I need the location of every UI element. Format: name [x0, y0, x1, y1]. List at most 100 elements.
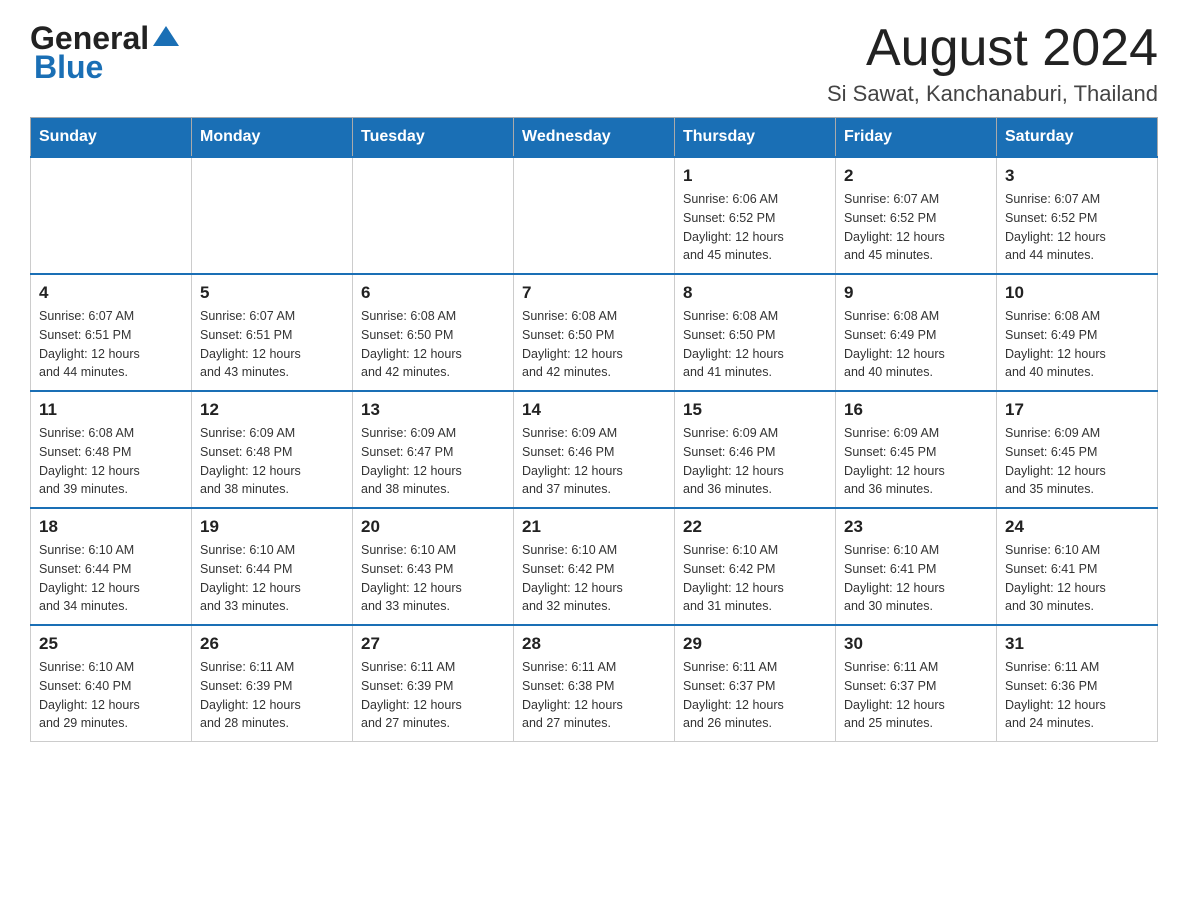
logo: General Blue — [30, 20, 181, 86]
calendar-cell: 24 Sunrise: 6:10 AM Sunset: 6:41 PM Dayli… — [997, 508, 1158, 625]
day-info: Sunrise: 6:11 AM Sunset: 6:38 PM Dayligh… — [522, 658, 666, 733]
day-number: 16 — [844, 400, 988, 420]
day-number: 22 — [683, 517, 827, 537]
day-info: Sunrise: 6:09 AM Sunset: 6:46 PM Dayligh… — [683, 424, 827, 499]
calendar-week-3: 11 Sunrise: 6:08 AM Sunset: 6:48 PM Dayli… — [31, 391, 1158, 508]
calendar-cell: 28 Sunrise: 6:11 AM Sunset: 6:38 PM Dayli… — [514, 625, 675, 742]
day-number: 15 — [683, 400, 827, 420]
calendar-body: 1 Sunrise: 6:06 AM Sunset: 6:52 PM Daylig… — [31, 157, 1158, 742]
day-info: Sunrise: 6:08 AM Sunset: 6:50 PM Dayligh… — [522, 307, 666, 382]
day-number: 13 — [361, 400, 505, 420]
day-number: 30 — [844, 634, 988, 654]
day-info: Sunrise: 6:10 AM Sunset: 6:41 PM Dayligh… — [844, 541, 988, 616]
day-info: Sunrise: 6:11 AM Sunset: 6:36 PM Dayligh… — [1005, 658, 1149, 733]
logo-blue: Blue — [34, 49, 103, 86]
day-info: Sunrise: 6:10 AM Sunset: 6:44 PM Dayligh… — [39, 541, 183, 616]
day-info: Sunrise: 6:07 AM Sunset: 6:51 PM Dayligh… — [39, 307, 183, 382]
weekday-header-friday: Friday — [836, 118, 997, 158]
day-info: Sunrise: 6:09 AM Sunset: 6:45 PM Dayligh… — [1005, 424, 1149, 499]
day-info: Sunrise: 6:06 AM Sunset: 6:52 PM Dayligh… — [683, 190, 827, 265]
day-info: Sunrise: 6:11 AM Sunset: 6:39 PM Dayligh… — [200, 658, 344, 733]
weekday-header-tuesday: Tuesday — [353, 118, 514, 158]
calendar-cell: 11 Sunrise: 6:08 AM Sunset: 6:48 PM Dayli… — [31, 391, 192, 508]
calendar-cell: 15 Sunrise: 6:09 AM Sunset: 6:46 PM Dayli… — [675, 391, 836, 508]
calendar-cell: 4 Sunrise: 6:07 AM Sunset: 6:51 PM Daylig… — [31, 274, 192, 391]
day-info: Sunrise: 6:09 AM Sunset: 6:45 PM Dayligh… — [844, 424, 988, 499]
calendar-cell: 10 Sunrise: 6:08 AM Sunset: 6:49 PM Dayli… — [997, 274, 1158, 391]
day-info: Sunrise: 6:10 AM Sunset: 6:42 PM Dayligh… — [683, 541, 827, 616]
day-info: Sunrise: 6:10 AM Sunset: 6:40 PM Dayligh… — [39, 658, 183, 733]
calendar-cell: 14 Sunrise: 6:09 AM Sunset: 6:46 PM Dayli… — [514, 391, 675, 508]
calendar-cell: 31 Sunrise: 6:11 AM Sunset: 6:36 PM Dayli… — [997, 625, 1158, 742]
calendar-cell: 7 Sunrise: 6:08 AM Sunset: 6:50 PM Daylig… — [514, 274, 675, 391]
calendar-cell: 23 Sunrise: 6:10 AM Sunset: 6:41 PM Dayli… — [836, 508, 997, 625]
logo-icon — [151, 22, 181, 52]
day-number: 6 — [361, 283, 505, 303]
calendar-cell: 21Sunrise: 6:10 AM Sunset: 6:42 PM Dayli… — [514, 508, 675, 625]
day-number: 7 — [522, 283, 666, 303]
location-title: Si Sawat, Kanchanaburi, Thailand — [827, 81, 1158, 107]
weekday-header-wednesday: Wednesday — [514, 118, 675, 158]
day-number: 31 — [1005, 634, 1149, 654]
title-section: August 2024 Si Sawat, Kanchanaburi, Thai… — [827, 20, 1158, 107]
calendar-cell: 1 Sunrise: 6:06 AM Sunset: 6:52 PM Daylig… — [675, 157, 836, 274]
day-number: 9 — [844, 283, 988, 303]
day-info: Sunrise: 6:09 AM Sunset: 6:47 PM Dayligh… — [361, 424, 505, 499]
day-number: 20 — [361, 517, 505, 537]
calendar-cell: 9 Sunrise: 6:08 AM Sunset: 6:49 PM Daylig… — [836, 274, 997, 391]
day-number: 4 — [39, 283, 183, 303]
calendar-cell: 19Sunrise: 6:10 AM Sunset: 6:44 PM Dayli… — [192, 508, 353, 625]
calendar-week-4: 18 Sunrise: 6:10 AM Sunset: 6:44 PM Dayli… — [31, 508, 1158, 625]
day-info: Sunrise: 6:09 AM Sunset: 6:46 PM Dayligh… — [522, 424, 666, 499]
calendar-cell: 30 Sunrise: 6:11 AM Sunset: 6:37 PM Dayli… — [836, 625, 997, 742]
day-info: Sunrise: 6:11 AM Sunset: 6:37 PM Dayligh… — [844, 658, 988, 733]
calendar-cell: 27Sunrise: 6:11 AM Sunset: 6:39 PM Dayli… — [353, 625, 514, 742]
page-header: General Blue August 2024 Si Sawat, Kanch… — [30, 20, 1158, 107]
day-number: 2 — [844, 166, 988, 186]
day-info: Sunrise: 6:07 AM Sunset: 6:51 PM Dayligh… — [200, 307, 344, 382]
day-info: Sunrise: 6:08 AM Sunset: 6:49 PM Dayligh… — [1005, 307, 1149, 382]
weekday-header-row: SundayMondayTuesdayWednesdayThursdayFrid… — [31, 118, 1158, 158]
day-info: Sunrise: 6:08 AM Sunset: 6:50 PM Dayligh… — [361, 307, 505, 382]
calendar-cell — [514, 157, 675, 274]
day-info: Sunrise: 6:08 AM Sunset: 6:49 PM Dayligh… — [844, 307, 988, 382]
day-info: Sunrise: 6:07 AM Sunset: 6:52 PM Dayligh… — [1005, 190, 1149, 265]
calendar-table: SundayMondayTuesdayWednesdayThursdayFrid… — [30, 117, 1158, 742]
day-number: 10 — [1005, 283, 1149, 303]
day-number: 29 — [683, 634, 827, 654]
day-number: 27 — [361, 634, 505, 654]
calendar-cell: 20 Sunrise: 6:10 AM Sunset: 6:43 PM Dayli… — [353, 508, 514, 625]
day-number: 18 — [39, 517, 183, 537]
day-number: 28 — [522, 634, 666, 654]
calendar-cell — [353, 157, 514, 274]
day-number: 21 — [522, 517, 666, 537]
day-number: 25 — [39, 634, 183, 654]
day-number: 5 — [200, 283, 344, 303]
calendar-cell: 26 Sunrise: 6:11 AM Sunset: 6:39 PM Dayli… — [192, 625, 353, 742]
calendar-cell — [192, 157, 353, 274]
calendar-cell: 12Sunrise: 6:09 AM Sunset: 6:48 PM Dayli… — [192, 391, 353, 508]
calendar-week-1: 1 Sunrise: 6:06 AM Sunset: 6:52 PM Daylig… — [31, 157, 1158, 274]
day-number: 14 — [522, 400, 666, 420]
calendar-cell: 22 Sunrise: 6:10 AM Sunset: 6:42 PM Dayli… — [675, 508, 836, 625]
day-number: 23 — [844, 517, 988, 537]
day-info: Sunrise: 6:08 AM Sunset: 6:50 PM Dayligh… — [683, 307, 827, 382]
day-number: 1 — [683, 166, 827, 186]
day-info: Sunrise: 6:10 AM Sunset: 6:43 PM Dayligh… — [361, 541, 505, 616]
day-number: 3 — [1005, 166, 1149, 186]
calendar-cell: 16 Sunrise: 6:09 AM Sunset: 6:45 PM Dayli… — [836, 391, 997, 508]
calendar-cell: 8Sunrise: 6:08 AM Sunset: 6:50 PM Daylig… — [675, 274, 836, 391]
day-info: Sunrise: 6:09 AM Sunset: 6:48 PM Dayligh… — [200, 424, 344, 499]
calendar-cell — [31, 157, 192, 274]
calendar-cell: 29Sunrise: 6:11 AM Sunset: 6:37 PM Dayli… — [675, 625, 836, 742]
day-number: 24 — [1005, 517, 1149, 537]
day-info: Sunrise: 6:10 AM Sunset: 6:41 PM Dayligh… — [1005, 541, 1149, 616]
day-number: 26 — [200, 634, 344, 654]
day-info: Sunrise: 6:08 AM Sunset: 6:48 PM Dayligh… — [39, 424, 183, 499]
calendar-cell: 3 Sunrise: 6:07 AM Sunset: 6:52 PM Daylig… — [997, 157, 1158, 274]
day-number: 11 — [39, 400, 183, 420]
day-info: Sunrise: 6:07 AM Sunset: 6:52 PM Dayligh… — [844, 190, 988, 265]
calendar-week-2: 4 Sunrise: 6:07 AM Sunset: 6:51 PM Daylig… — [31, 274, 1158, 391]
weekday-header-sunday: Sunday — [31, 118, 192, 158]
calendar-cell: 25 Sunrise: 6:10 AM Sunset: 6:40 PM Dayli… — [31, 625, 192, 742]
